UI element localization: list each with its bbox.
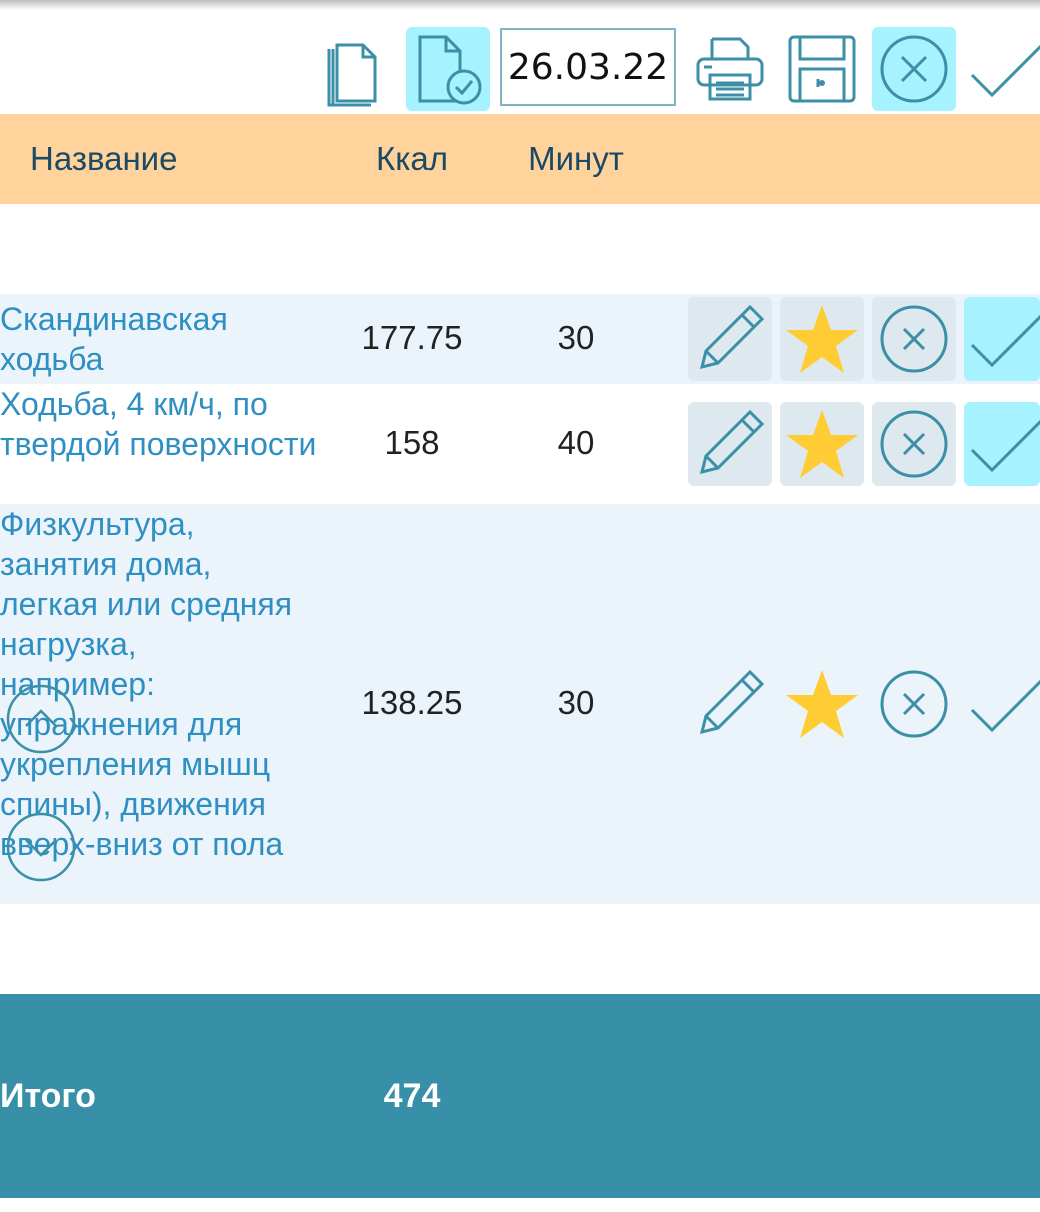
star-icon [786, 305, 858, 373]
checkmark-icon [970, 314, 1040, 368]
date-input[interactable] [500, 28, 676, 106]
delete-button[interactable] [872, 662, 956, 746]
total-label: Итого [0, 1077, 96, 1115]
cancel-icon [880, 35, 948, 103]
header-minutes: Минут [528, 140, 624, 177]
copy-icon [327, 43, 377, 107]
pencil-icon [699, 669, 765, 735]
pencil-icon [699, 304, 765, 370]
scroll-up-icon[interactable] [6, 684, 76, 754]
table-row[interactable]: Ходьба, 4 км/ч, по твердой поверхности 1… [0, 384, 1040, 504]
save-icon [788, 35, 856, 103]
delete-button[interactable] [872, 402, 956, 486]
row-kcal: 177.75 [361, 319, 463, 356]
copy-button[interactable] [314, 27, 398, 111]
save-button[interactable] [780, 27, 864, 111]
star-icon [786, 670, 858, 738]
total-kcal: 474 [383, 1077, 441, 1115]
table-row[interactable]: Скандинавская ходьба 177.75 30 [0, 294, 1040, 384]
pencil-icon [699, 409, 765, 475]
favorite-button[interactable] [780, 662, 864, 746]
table-row[interactable]: Физкультура, занятия дома, легкая или ср… [0, 504, 1040, 904]
print-button[interactable] [688, 27, 772, 111]
row-minutes: 30 [557, 684, 595, 721]
toolbar-shadow [0, 0, 1040, 10]
cancel-icon [880, 410, 948, 478]
printer-icon [696, 37, 764, 101]
cancel-icon [880, 305, 948, 373]
edit-button[interactable] [688, 402, 772, 486]
cancel-button[interactable] [872, 27, 956, 111]
file-check-icon [418, 35, 482, 105]
confirm-row-button[interactable] [964, 297, 1040, 381]
confirm-row-button[interactable] [964, 662, 1040, 746]
header-kcal: Ккал [376, 140, 448, 177]
row-kcal: 138.25 [361, 684, 463, 721]
header-name: Название [30, 140, 178, 177]
file-check-button[interactable] [406, 27, 490, 111]
favorite-button[interactable] [780, 297, 864, 381]
confirm-button[interactable] [964, 27, 1040, 111]
edit-button[interactable] [688, 297, 772, 381]
row-minutes: 30 [557, 319, 595, 356]
row-name[interactable]: Ходьба, 4 км/ч, по твердой поверхности [0, 384, 320, 464]
confirm-row-button[interactable] [964, 402, 1040, 486]
table-header: Название Ккал Минут [0, 114, 1040, 204]
checkmark-icon [970, 419, 1040, 473]
confirm-icon [970, 44, 1040, 98]
star-icon [786, 410, 858, 478]
checkmark-icon [970, 679, 1040, 733]
row-minutes: 40 [557, 424, 595, 461]
edit-button[interactable] [688, 662, 772, 746]
favorite-button[interactable] [780, 402, 864, 486]
scroll-down-icon[interactable] [6, 812, 76, 882]
row-name[interactable]: Скандинавская ходьба [0, 299, 320, 379]
cancel-icon [880, 670, 948, 738]
delete-button[interactable] [872, 297, 956, 381]
totals-footer: Итого 474 [0, 994, 1040, 1198]
row-kcal: 158 [384, 424, 440, 461]
toolbar [0, 0, 1040, 114]
